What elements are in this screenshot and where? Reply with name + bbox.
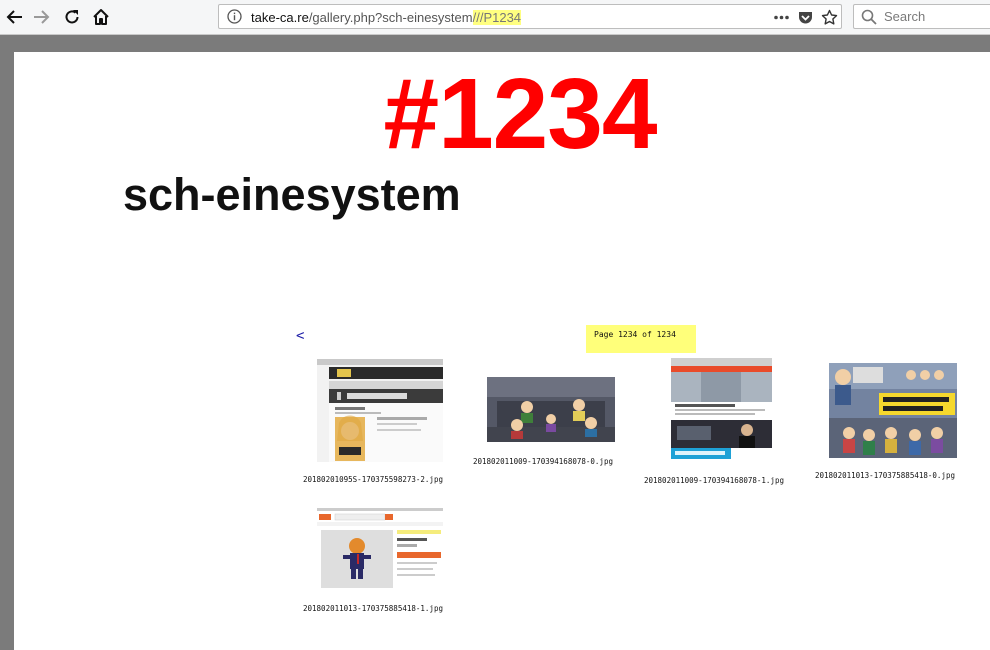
gallery-title: sch-einesystem	[123, 169, 461, 220]
search-input[interactable]	[884, 5, 990, 28]
thumbnail-image[interactable]	[317, 359, 443, 462]
thumbnail-caption[interactable]: 201802011013-170375885418-1.jpg	[303, 604, 443, 613]
thumbnail-caption[interactable]: 201802011009-170394168078-0.jpg	[473, 457, 613, 466]
thumbnail-caption[interactable]: 201802011013-170375885418-0.jpg	[815, 471, 955, 480]
thumbnail-caption[interactable]: 20180201095S-170375598273-2.jpg	[303, 475, 443, 484]
url-highlight: ///P1234	[472, 10, 522, 25]
thumbnail-image[interactable]	[317, 508, 443, 588]
browser-toolbar: take-ca.re/gallery.php?sch-einesystem///…	[0, 0, 990, 35]
page-content: #1234 sch-einesystem < Page 1234 of 1234	[14, 52, 990, 650]
page-number-heading: #1234	[383, 58, 657, 170]
thumbnail-image[interactable]	[829, 363, 957, 458]
url-domain: take-ca.re	[251, 10, 309, 25]
url-text[interactable]: take-ca.re/gallery.php?sch-einesystem///…	[251, 9, 522, 26]
back-arrow-icon	[6, 8, 24, 26]
url-path: /gallery.php?sch-einesystem	[308, 10, 473, 25]
forward-button[interactable]	[29, 5, 53, 29]
star-icon[interactable]	[821, 9, 838, 26]
page-indicator: Page 1234 of 1234	[586, 325, 696, 353]
reload-icon	[63, 8, 81, 26]
reload-button[interactable]	[60, 5, 84, 29]
search-icon	[861, 9, 877, 25]
thumbnail-image[interactable]	[671, 358, 772, 459]
pocket-icon[interactable]	[797, 9, 814, 26]
more-dots-icon[interactable]	[773, 9, 790, 26]
back-button[interactable]	[3, 5, 27, 29]
thumbnail-caption[interactable]: 201802011009-170394168078-1.jpg	[644, 476, 784, 485]
url-bar[interactable]: take-ca.re/gallery.php?sch-einesystem///…	[218, 4, 842, 29]
search-box[interactable]	[853, 4, 990, 29]
info-icon[interactable]	[227, 9, 242, 24]
previous-page-link[interactable]: <	[296, 328, 304, 344]
thumbnail-image[interactable]	[487, 377, 615, 442]
forward-arrow-icon	[32, 8, 50, 26]
home-icon	[92, 8, 110, 26]
home-button[interactable]	[89, 5, 113, 29]
